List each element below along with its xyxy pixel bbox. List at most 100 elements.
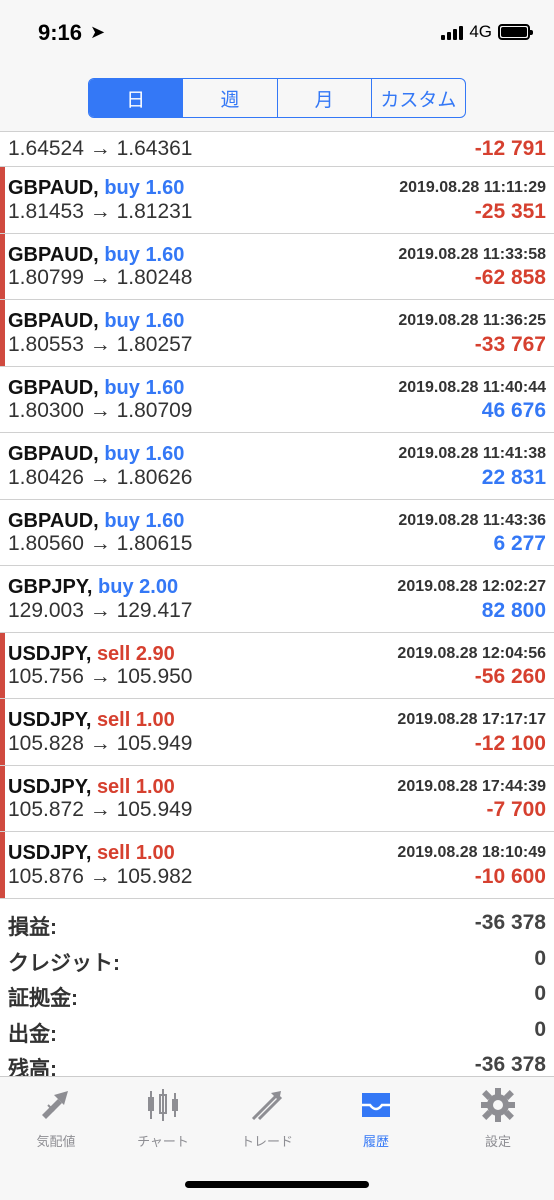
trade-time: 2019.08.28 11:40:44 [398, 378, 546, 396]
trade-symbol: GBPJPY, buy 2.00 [8, 576, 178, 599]
trade-volume: 2.90 [135, 642, 175, 665]
tab-label: チャート [137, 1134, 189, 1149]
trade-prices: 105.876 → 105.982 [8, 864, 193, 888]
trade-symbol: GBPAUD, buy 1.60 [8, 377, 184, 400]
status-indicators: 4G [441, 22, 533, 42]
trade-symbol: GBPAUD, buy 1.60 [8, 310, 184, 333]
trade-time: 2019.08.28 12:04:56 [397, 644, 546, 662]
summary-row: 出金: 0 [0, 1014, 554, 1050]
trade-volume: 1.00 [135, 842, 175, 864]
trade-profit: -12 791 [474, 137, 546, 160]
trade-prices: 105.828 → 105.949 [8, 731, 193, 755]
trade-direction: sell [96, 709, 131, 731]
trade-profit: -56 260 [474, 665, 546, 688]
home-indicator [185, 1181, 369, 1188]
trade-time: 2019.08.28 18:10:49 [397, 844, 546, 861]
trade-profit: -12 100 [474, 731, 546, 755]
trade-prices: 105.872 → 105.949 [8, 798, 193, 821]
trade-prices: 129.003 → 129.417 [8, 598, 193, 622]
trade-direction: buy [104, 177, 140, 199]
trade-row[interactable]: USDJPY, sell 2.90 2019.08.28 12:04:56 105.… [0, 632, 554, 699]
tab-month[interactable]: 月 [278, 79, 372, 117]
trade-volume: 1.00 [135, 709, 175, 731]
summary-row: クレジット: 0 [0, 943, 554, 979]
tab-label: トレード [240, 1134, 293, 1149]
symbol-name: GBPAUD, [8, 376, 99, 399]
trade-prices: 1.80799 → 1.80248 [8, 266, 193, 289]
summary-row: 証拠金: 0 [0, 978, 554, 1014]
status-bar: 9:16 ➤ 4G [0, 0, 554, 70]
trade-symbol: USDJPY, sell 1.00 [8, 842, 175, 865]
trade-direction: sell [96, 642, 131, 665]
symbol-name: GBPAUD, [8, 443, 99, 465]
chart-icon [143, 1085, 183, 1125]
tab-label: 設定 [484, 1134, 511, 1149]
summary-value: -36 378 [474, 1053, 546, 1076]
tab-history[interactable]: 履歴 [331, 1085, 421, 1150]
trade-time: 2019.08.28 17:17:17 [397, 711, 546, 728]
tab-week[interactable]: 週 [183, 79, 278, 117]
tab-label: 履歴 [362, 1134, 389, 1149]
tab-day[interactable]: 日 [89, 79, 184, 117]
summary-value: 0 [534, 946, 546, 970]
trade-time: 2019.08.28 11:41:38 [398, 445, 546, 462]
trade-volume: 1.60 [145, 376, 185, 399]
tab-label: 気配値 [36, 1134, 76, 1149]
tab-settings[interactable]: 設定 [453, 1085, 543, 1150]
trade-volume: 1.60 [145, 509, 185, 532]
summary-value: 0 [534, 1017, 546, 1041]
trade-symbol: GBPAUD, buy 1.60 [8, 510, 184, 533]
trade-time: 2019.08.28 11:11:29 [399, 179, 546, 196]
trade-symbol: GBPAUD, buy 1.60 [8, 177, 184, 200]
trade-row[interactable]: GBPJPY, buy 2.00 2019.08.28 12:02:27 129.0… [0, 566, 554, 633]
summary-label: 損益: [8, 916, 57, 939]
trade-row[interactable]: GBPAUD, buy 1.60 2019.08.28 11:41:38 1.804… [0, 433, 554, 500]
period-selector-bar: 日 週 月 カスタム [0, 70, 554, 132]
trade-time: 2019.08.28 11:43:36 [398, 511, 546, 529]
trade-profit: -25 351 [474, 199, 546, 223]
trade-symbol: USDJPY, sell 2.90 [8, 643, 175, 666]
trade-profit: 6 277 [493, 532, 546, 555]
trade-row[interactable]: USDJPY, sell 1.00 2019.08.28 17:44:39 105.… [0, 765, 554, 832]
trade-volume: 2.00 [139, 576, 179, 598]
summary-value: -36 378 [474, 911, 546, 934]
summary-label: 出金: [8, 1022, 57, 1046]
trade-direction: sell [96, 775, 131, 798]
summary-row: 損益: -36 378 [0, 907, 554, 943]
trade-profit: -62 858 [474, 266, 546, 289]
tab-quotes[interactable]: 気配値 [11, 1085, 101, 1150]
trade-profit: 46 676 [481, 399, 546, 422]
account-summary: 損益: -36 378 クレジット: 0 証拠金: 0 出金: 0 残高: -36 378 [0, 907, 554, 1085]
period-segmented-control: 日 週 月 カスタム [88, 78, 466, 118]
symbol-name: USDJPY, [8, 775, 92, 798]
tab-trade[interactable]: トレード [222, 1085, 312, 1150]
summary-label: 証拠金: [8, 987, 78, 1010]
status-time: 9:16 [38, 20, 83, 45]
trade-direction: buy [104, 376, 140, 399]
trade-row[interactable]: GBPAUD, buy 1.60 2019.08.28 11:36:25 1.805… [0, 300, 554, 367]
trade-row-partial[interactable]: 1.64524 → 1.64361 -12 791 [0, 133, 554, 167]
bottom-tab-bar: 気配値 チャート トレード 履歴 設定 [0, 1076, 554, 1200]
trade-profit: -7 700 [486, 798, 546, 821]
trade-prices: 1.80553 → 1.80257 [8, 332, 193, 356]
tab-custom[interactable]: カスタム [372, 79, 465, 117]
trade-row[interactable]: USDJPY, sell 1.00 2019.08.28 17:17:17 105.… [0, 699, 554, 766]
trade-direction: buy [104, 243, 140, 266]
trade-profit: 22 831 [481, 465, 546, 489]
network-type: 4G [469, 22, 492, 41]
tab-chart[interactable]: チャート [118, 1085, 208, 1150]
trade-time: 2019.08.28 17:44:39 [397, 777, 546, 795]
trade-prices: 1.64524 → 1.64361 [8, 137, 193, 160]
symbol-name: GBPAUD, [8, 310, 99, 332]
trade-row[interactable]: GBPAUD, buy 1.60 2019.08.28 11:11:29 1.814… [0, 167, 554, 234]
trade-row[interactable]: USDJPY, sell 1.00 2019.08.28 18:10:49 105.… [0, 832, 554, 899]
trade-row[interactable]: GBPAUD, buy 1.60 2019.08.28 11:43:36 1.805… [0, 500, 554, 566]
trade-row[interactable]: GBPAUD, buy 1.60 2019.08.28 11:33:58 1.807… [0, 233, 554, 300]
trade-volume: 1.00 [135, 775, 175, 798]
trade-row[interactable]: GBPAUD, buy 1.60 2019.08.28 11:40:44 1.803… [0, 367, 554, 433]
trade-symbol: GBPAUD, buy 1.60 [8, 244, 184, 267]
trade-prices: 1.81453 → 1.81231 [8, 199, 193, 223]
trade-direction: buy [104, 443, 140, 465]
trade-volume: 1.60 [145, 177, 185, 199]
trade-prices: 1.80426 → 1.80626 [8, 465, 193, 489]
